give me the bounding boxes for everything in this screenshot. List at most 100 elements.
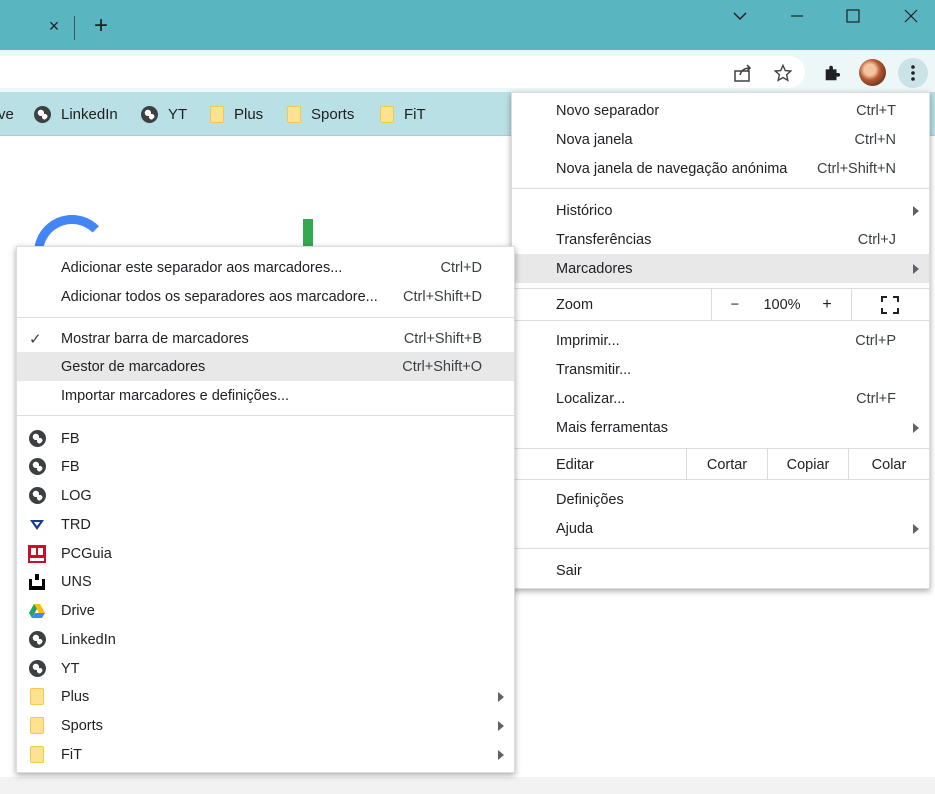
globe-icon (28, 487, 46, 505)
zoom-level: 100% (763, 296, 801, 313)
puzzle-icon (825, 65, 841, 81)
menu-item-exit[interactable]: Sair (512, 556, 929, 585)
shortcut: Ctrl+P (855, 332, 896, 349)
menu-item-label: Histórico (556, 202, 613, 219)
bookmark-folder-fit[interactable]: FiT (380, 104, 426, 124)
menu-item-bookmark-manager[interactable]: Gestor de marcadores Ctrl+Shift+O (17, 352, 514, 381)
shortcut: Ctrl+N (854, 131, 897, 148)
check-icon: ✓ (29, 330, 42, 348)
minimize-button[interactable] (785, 4, 809, 28)
zoom-in-button[interactable]: + (815, 290, 839, 319)
fullscreen-icon (881, 296, 899, 314)
address-bar[interactable] (0, 56, 805, 88)
menu-item-history[interactable]: Histórico (512, 196, 929, 225)
bookmark-item[interactable]: Drive (17, 596, 514, 625)
menu-item-new-tab[interactable]: Novo separador Ctrl+T (512, 96, 929, 125)
menu-item-import-bookmarks[interactable]: Importar marcadores e definições... (17, 381, 514, 410)
close-window-button[interactable] (899, 4, 923, 28)
menu-item-label: Ajuda (556, 520, 594, 537)
bookmark-drive[interactable]: ve (0, 104, 14, 124)
menu-item-label: Adicionar todos os separadores aos marca… (61, 288, 378, 305)
extensions-button[interactable] (819, 60, 845, 86)
menu-item-print[interactable]: Imprimir... Ctrl+P (512, 326, 929, 355)
copy-button[interactable]: Copiar (768, 450, 848, 479)
tab-divider (74, 16, 75, 40)
menu-item-label: Editar (556, 456, 594, 473)
bookmark-item[interactable]: LinkedIn (17, 625, 514, 654)
submenu-arrow-icon (498, 691, 504, 702)
bookmark-label: Plus (61, 688, 90, 705)
close-icon (904, 9, 918, 23)
menu-item-label: Localizar... (556, 390, 626, 407)
menu-item-show-bookmarks-bar[interactable]: ✓ Mostrar barra de marcadores Ctrl+Shift… (17, 324, 514, 353)
fullscreen-button[interactable] (877, 292, 903, 318)
bookmark-label: Sports (311, 105, 355, 123)
menu-item-zoom: Zoom (512, 290, 929, 319)
bookmark-folder-item[interactable]: Plus (17, 682, 514, 711)
bookmark-star-button[interactable] (770, 60, 796, 86)
menu-item-cast[interactable]: Transmitir... (512, 355, 929, 384)
menu-item-settings[interactable]: Definições (512, 485, 929, 514)
google-drive-icon (28, 602, 46, 620)
pcguia-icon (28, 544, 46, 563)
bookmark-label: LinkedIn (61, 105, 118, 123)
menu-item-find[interactable]: Localizar... Ctrl+F (512, 384, 929, 413)
menu-item-add-bookmark[interactable]: Adicionar este separador aos marcadores.… (17, 253, 514, 282)
bookmark-yt[interactable]: YT (141, 104, 187, 124)
menu-item-label: Transferências (556, 231, 652, 248)
new-tab-button[interactable]: + (90, 12, 112, 39)
menu-divider (512, 188, 929, 189)
bookmark-item[interactable]: FB (17, 424, 514, 453)
bookmark-label: YT (168, 105, 188, 123)
zoom-out-button[interactable]: − (725, 290, 745, 319)
menu-item-label: Imprimir... (556, 332, 620, 349)
menu-item-more-tools[interactable]: Mais ferramentas (512, 413, 929, 442)
share-button[interactable] (730, 60, 756, 86)
bookmark-label: UNS (61, 573, 92, 590)
menu-item-downloads[interactable]: Transferências Ctrl+J (512, 225, 929, 254)
menu-divider (512, 320, 929, 321)
bookmark-item[interactable]: TRD (17, 510, 514, 539)
globe-icon (28, 631, 46, 649)
submenu-arrow-icon (913, 422, 919, 433)
bookmark-label: FB (61, 430, 80, 447)
bookmark-label: LinkedIn (61, 631, 116, 648)
bookmark-folder-item[interactable]: FiT (17, 740, 514, 769)
menu-divider (17, 415, 514, 416)
bookmarks-submenu: Adicionar este separador aos marcadores.… (16, 246, 515, 773)
zoom-divider (711, 289, 712, 320)
shortcut: Ctrl+D (440, 259, 483, 276)
share-icon (734, 64, 752, 82)
folder-icon (210, 105, 224, 123)
bookmark-item[interactable]: PCGuia (17, 539, 514, 568)
submenu-arrow-icon (913, 263, 919, 274)
bookmark-folder-plus[interactable]: Plus (210, 104, 263, 124)
menu-item-label: Mostrar barra de marcadores (61, 330, 249, 347)
menu-divider (512, 288, 929, 289)
cut-button[interactable]: Cortar (687, 450, 767, 479)
bookmark-item[interactable]: UNS (17, 567, 514, 596)
menu-item-help[interactable]: Ajuda (512, 514, 929, 543)
bookmark-item[interactable]: YT (17, 654, 514, 683)
bookmark-item[interactable]: FB (17, 452, 514, 481)
menu-divider (512, 448, 929, 449)
menu-item-new-window[interactable]: Nova janela Ctrl+N (512, 125, 929, 154)
tab-search-button[interactable] (728, 4, 752, 28)
bookmark-item[interactable]: LOG (17, 481, 514, 510)
bookmark-folder-sports[interactable]: Sports (287, 104, 354, 124)
menu-item-incognito[interactable]: Nova janela de navegação anónima Ctrl+Sh… (512, 154, 929, 183)
folder-icon (28, 746, 46, 764)
bookmark-folder-item[interactable]: Sports (17, 711, 514, 740)
bookmark-linkedin[interactable]: LinkedIn (34, 104, 118, 124)
profile-avatar[interactable] (859, 59, 886, 86)
bookmark-label: FiT (61, 746, 82, 763)
maximize-button[interactable] (841, 4, 865, 28)
menu-item-add-all-bookmarks[interactable]: Adicionar todos os separadores aos marca… (17, 282, 514, 311)
tab-close-button[interactable]: × (44, 16, 64, 36)
paste-button[interactable]: Colar (849, 450, 929, 479)
chrome-menu-button[interactable] (898, 58, 928, 88)
menu-item-label: Zoom (556, 296, 594, 313)
menu-item-bookmarks[interactable]: Marcadores (512, 254, 929, 283)
star-icon (774, 64, 792, 82)
menu-divider (17, 317, 514, 318)
